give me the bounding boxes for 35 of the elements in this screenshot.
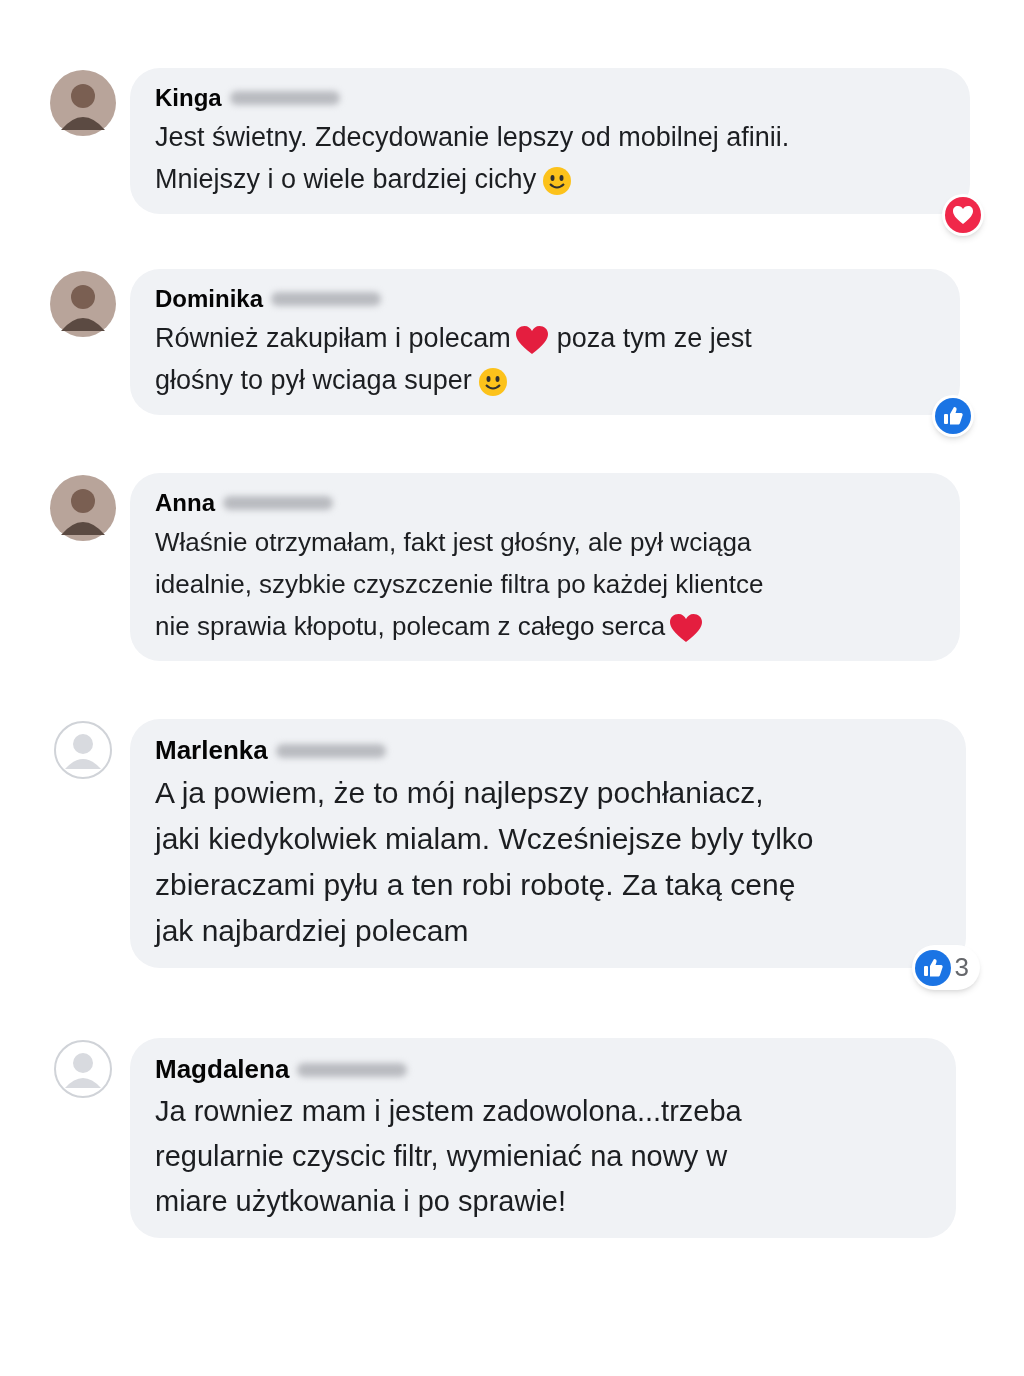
reaction-badge[interactable]: 3	[911, 945, 980, 990]
avatar-icon	[54, 721, 112, 779]
commenter-name[interactable]: Anna	[155, 485, 215, 521]
smiley-icon	[542, 165, 573, 196]
avatar-icon	[50, 475, 116, 541]
comment-text: Właśnie otrzymałam, fakt jest głośny, ale pył wciąga	[155, 527, 752, 557]
comment-text: jaki kiedykolwiek mialam. Wcześniejsze byly tylko	[155, 822, 814, 855]
comment-text: nie sprawia kłopotu, polecam z całego serca	[155, 611, 666, 641]
comment-text: Jest świetny. Zdecydowanie lepszy od mobilnej afinii.	[155, 122, 790, 152]
comment-text: Mniejszy i o wiele bardziej cichy	[155, 164, 537, 194]
comment-text: poza tym ze jest	[556, 323, 752, 353]
comment-text: jak najbardziej polecam	[155, 914, 469, 947]
reaction-badge[interactable]	[942, 194, 984, 236]
comment-text: głośny to pył wciaga super	[155, 365, 472, 395]
smiley-icon	[477, 366, 508, 397]
avatar-icon	[54, 1040, 112, 1098]
comment-text: A ja powiem, że to mój najlepszy pochłaniacz,	[155, 776, 764, 809]
comment-text: idealnie, szybkie czyszczenie filtra po każdej klientce	[155, 569, 764, 599]
comment-text: zbieraczami pyłu a ten robi robotę. Za taką cenę	[155, 868, 796, 901]
comment-text: miare użytkowania i po sprawie!	[155, 1185, 566, 1217]
comment-text: Również zakupiłam i polecam	[155, 323, 511, 353]
commenter-name[interactable]: Kinga	[155, 80, 222, 116]
commenter-name[interactable]: Magdalena	[155, 1050, 290, 1089]
thumbs-up-icon	[914, 949, 951, 986]
thumbs-up-icon	[935, 398, 971, 434]
reaction-badge[interactable]	[932, 395, 974, 437]
commenter-name[interactable]: Marlenka	[155, 731, 268, 770]
commenter-name[interactable]: Dominika	[155, 281, 264, 317]
heart-icon	[514, 324, 549, 355]
avatar-icon	[50, 271, 116, 337]
comment-text: Ja rowniez mam i jestem zadowolona...trzeba	[155, 1095, 742, 1127]
comment-text: regularnie czyscic filtr, wymieniać na nowy w	[155, 1140, 728, 1172]
avatar-icon	[50, 70, 116, 136]
heart-icon	[669, 613, 704, 644]
reaction-count: 3	[954, 951, 970, 984]
